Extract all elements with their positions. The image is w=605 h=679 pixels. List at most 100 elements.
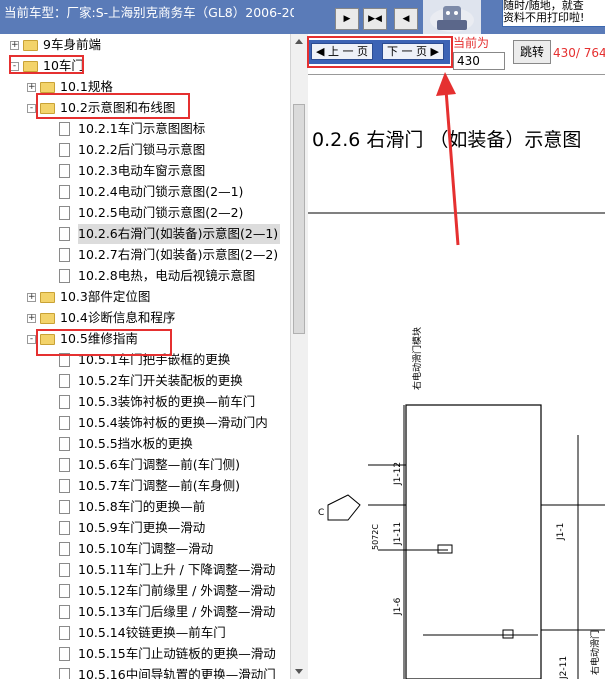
tree-row-label: 10.5.13车门后缘里 / 外调整—滑动 — [78, 604, 276, 619]
tree-row-label: 10.2.6右滑门(如装备)示意图(2—1) — [78, 224, 281, 244]
tree-row[interactable]: 10.5.12车门前缘里 / 外调整—滑动 — [0, 581, 290, 601]
document-icon — [59, 206, 70, 220]
document-icon — [59, 563, 70, 577]
annotation-arrow-icon — [436, 72, 460, 246]
robot-mascot-icon — [423, 0, 481, 34]
tree-row-label: 10.2.2后门锁马示意图 — [78, 142, 206, 157]
expand-icon[interactable]: + — [10, 41, 19, 50]
document-icon — [59, 122, 70, 136]
scroll-down-icon[interactable] — [295, 669, 303, 674]
tree-row-label: 10.4诊断信息和程序 — [60, 310, 176, 325]
document-icon — [59, 542, 70, 556]
folder-icon — [40, 82, 55, 93]
document-icon — [59, 416, 70, 430]
tree-row-label: 10.5.16中间导轨置的更换—滑动门 — [78, 667, 276, 679]
tree-row[interactable]: 10.2.2后门锁马示意图 — [0, 140, 290, 160]
connector-label-j1-1: J1-1 — [556, 523, 566, 541]
document-icon — [59, 248, 70, 262]
tree-row[interactable]: 10.2.8电热，电动后视镜示意图 — [0, 266, 290, 286]
expand-icon[interactable]: + — [27, 314, 36, 323]
folder-icon — [40, 313, 55, 324]
connector-label-j1-6: J1-6 — [393, 597, 403, 616]
tree-row[interactable]: 10.5.10车门调整—滑动 — [0, 539, 290, 559]
tree-row[interactable]: 10.5.13车门后缘里 / 外调整—滑动 — [0, 602, 290, 622]
tree-row-label: 10.5.14铰链更换—前车门 — [78, 625, 226, 640]
tree-row[interactable]: 10.5.16中间导轨置的更换—滑动门 — [0, 665, 290, 679]
tree-row-label: 10.5.3装饰衬板的更换—前车门 — [78, 394, 256, 409]
tree-row-label: 10.5.4装饰衬板的更换—滑动门内 — [78, 415, 268, 430]
connector-label-j2-11: J2-11 — [559, 656, 569, 679]
document-icon — [59, 374, 70, 388]
tree-scrollbar[interactable] — [290, 34, 308, 679]
scroll-up-icon[interactable] — [295, 39, 303, 44]
tree-row[interactable]: 10.2.7右滑门(如装备)示意图(2—2) — [0, 245, 290, 265]
document-icon — [59, 185, 70, 199]
document-icon — [59, 626, 70, 640]
document-icon — [59, 227, 70, 241]
tree-row-label: 10.2.1车门示意图图标 — [78, 121, 206, 136]
tree-row[interactable]: +9车身前端 — [0, 35, 290, 55]
tree-row-label: 10.5.8车门的更换—前 — [78, 499, 206, 514]
vehicle-label: 当前车型：厂家:S-上海别克商务车（GL8）2006-2008 — [4, 5, 294, 20]
tree-row-label: 10.5.10车门调整—滑动 — [78, 541, 214, 556]
tree-row[interactable]: 10.5.14铰链更换—前车门 — [0, 623, 290, 643]
diagram-right-label: 右电动滑门 — [589, 630, 601, 675]
tree-row[interactable]: 10.5.11车门上升 / 下降调整—滑动 — [0, 560, 290, 580]
tree-row[interactable]: 10.2.3电动车窗示意图 — [0, 161, 290, 181]
page-label: 当前为 — [453, 36, 490, 50]
toolbar-fit-button[interactable]: ▶◀ — [363, 8, 387, 30]
document-icon — [59, 269, 70, 283]
document-icon — [59, 668, 70, 679]
folder-icon — [23, 40, 38, 51]
folder-icon — [40, 292, 55, 303]
connector-label-j1-12: J1-12 — [393, 462, 403, 486]
jump-button[interactable]: 跳转 — [513, 40, 551, 64]
notice-box: 随时/随地，就查 资料不用打印啦! — [502, 0, 605, 27]
page-count: 430/ 764 — [553, 46, 605, 60]
tree-row[interactable]: 10.5.4装饰衬板的更换—滑动门内 — [0, 413, 290, 433]
tree-row[interactable]: 10.5.5挡水板的更换 — [0, 434, 290, 454]
document-icon — [59, 437, 70, 451]
tree-row[interactable]: 10.5.3装饰衬板的更换—前车门 — [0, 392, 290, 412]
annotation-box-repair — [36, 329, 172, 356]
tree-row[interactable]: +10.3部件定位图 — [0, 287, 290, 307]
tree-row[interactable]: 10.2.1车门示意图图标 — [0, 119, 290, 139]
tree-row[interactable]: 10.5.15车门止动链板的更换—滑动 — [0, 644, 290, 664]
tree-row[interactable]: 10.5.8车门的更换—前 — [0, 497, 290, 517]
toolbar-back-button[interactable]: ◀ — [394, 8, 418, 30]
tree-row[interactable]: 10.2.6右滑门(如装备)示意图(2—1) — [0, 224, 290, 244]
tree-row[interactable]: 10.5.7车门调整—前(车身侧) — [0, 476, 290, 496]
expand-icon[interactable]: + — [27, 83, 36, 92]
tree-row-label: 10.5.6车门调整—前(车门侧) — [78, 457, 241, 472]
tree-row[interactable]: 10.2.5电动门锁示意图(2—2) — [0, 203, 290, 223]
document-icon — [59, 500, 70, 514]
document-icon — [59, 605, 70, 619]
document-icon — [59, 143, 70, 157]
title-bar: 当前车型：厂家:S-上海别克商务车（GL8）2006-2008 ▶ ▶◀ ◀ 随… — [0, 0, 605, 35]
annotation-box-diagrams — [36, 93, 190, 119]
page-number-input[interactable]: 430 — [453, 52, 505, 70]
tree-row-label: 10.5.2车门开关装配板的更换 — [78, 373, 243, 388]
document-icon — [59, 164, 70, 178]
tree-row[interactable]: 10.5.2车门开关装配板的更换 — [0, 371, 290, 391]
tree-row[interactable]: +10.4诊断信息和程序 — [0, 308, 290, 328]
tree-row-label: 10.2.8电热，电动后视镜示意图 — [78, 268, 256, 283]
document-icon — [59, 521, 70, 535]
tree-row[interactable]: 10.2.4电动门锁示意图(2—1) — [0, 182, 290, 202]
expand-icon[interactable]: + — [27, 293, 36, 302]
annotation-box-pagenav — [307, 36, 453, 68]
annotation-box-doors — [9, 55, 84, 74]
tree-row-label: 10.5.5挡水板的更换 — [78, 436, 193, 451]
connector-label-j1-11: J1-11 — [393, 522, 403, 546]
collapse-icon[interactable]: - — [27, 335, 36, 344]
tree-row[interactable]: 10.5.6车门调整—前(车门侧) — [0, 455, 290, 475]
tree-row[interactable]: 10.5.9车门更换—滑动 — [0, 518, 290, 538]
notice-line-2: 资料不用打印啦! — [503, 11, 585, 24]
diagram-module-label: 右电动滑门模块 — [411, 327, 423, 390]
tree-row-label: 10.5.15车门止动链板的更换—滑动 — [78, 646, 276, 661]
toolbar-forward-button[interactable]: ▶ — [335, 8, 359, 30]
collapse-icon[interactable]: - — [27, 104, 36, 113]
tree-row-label: 10.2.4电动门锁示意图(2—1) — [78, 184, 244, 199]
scroll-thumb[interactable] — [293, 104, 305, 334]
tree-row-label: 10.2.3电动车窗示意图 — [78, 163, 206, 178]
